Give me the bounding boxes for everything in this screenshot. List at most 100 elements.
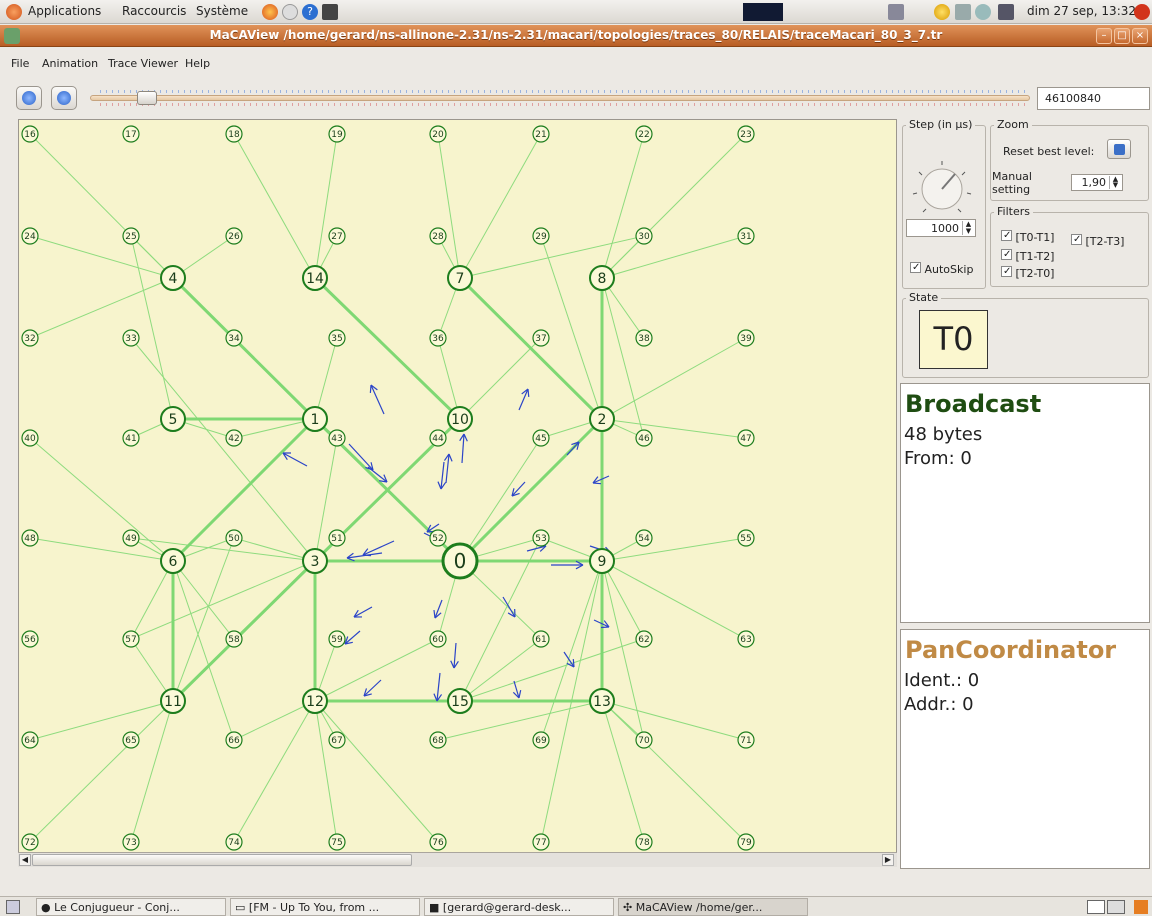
workspace-2[interactable] <box>1107 900 1125 914</box>
filter-t0-t1-checkbox[interactable] <box>1001 230 1012 241</box>
network-node[interactable]: 1 <box>302 406 328 432</box>
clock[interactable]: dim 27 sep, 13:32 <box>1027 4 1136 18</box>
zoom-spinner-arrows[interactable]: ▲ ▼ <box>1109 176 1121 189</box>
network-node[interactable]: 67 <box>328 731 346 749</box>
network-node[interactable]: 19 <box>328 125 346 143</box>
network-node[interactable]: 57 <box>122 630 140 648</box>
network-node[interactable]: 2 <box>589 406 615 432</box>
network-node[interactable]: 51 <box>328 529 346 547</box>
network-node[interactable]: 47 <box>737 429 755 447</box>
network-node[interactable]: 78 <box>635 833 653 851</box>
close-button[interactable]: × <box>1132 28 1148 44</box>
network-canvas[interactable]: 0 1 2 3 4 5 6 7 8 9 10 11 12 13 14 15 16 17 18 19 20 21 22 23 24… <box>18 119 897 867</box>
network-node[interactable]: 46 <box>635 429 653 447</box>
help-icon[interactable]: ? <box>302 4 318 20</box>
volume-icon[interactable] <box>888 4 904 20</box>
workspace-1[interactable] <box>1087 900 1105 914</box>
network-node[interactable]: 73 <box>122 833 140 851</box>
mail-icon[interactable] <box>282 4 298 20</box>
network-node[interactable]: 40 <box>21 429 39 447</box>
stop-button[interactable] <box>51 86 77 110</box>
network-node[interactable]: 28 <box>429 227 447 245</box>
filter-t0-t1[interactable]: [T0-T1] <box>1001 230 1054 244</box>
search-icon[interactable] <box>975 4 991 20</box>
network-node[interactable]: 71 <box>737 731 755 749</box>
network-node[interactable]: 77 <box>532 833 550 851</box>
system-menu[interactable]: Système <box>196 4 248 18</box>
network-node[interactable]: 22 <box>635 125 653 143</box>
network-node[interactable]: 76 <box>429 833 447 851</box>
network-node[interactable]: 60 <box>429 630 447 648</box>
network-node[interactable]: 59 <box>328 630 346 648</box>
network-node[interactable]: 39 <box>737 329 755 347</box>
network-node[interactable]: 20 <box>429 125 447 143</box>
network-node[interactable]: 64 <box>21 731 39 749</box>
network-node[interactable]: 37 <box>532 329 550 347</box>
horizontal-scrollbar[interactable]: ◀ ▶ <box>18 852 897 867</box>
network-node[interactable]: 0 <box>441 542 479 580</box>
applications-menu[interactable]: Applications <box>28 4 101 18</box>
step-dial[interactable] <box>907 154 977 224</box>
network-node[interactable]: 25 <box>122 227 140 245</box>
network-node[interactable]: 35 <box>328 329 346 347</box>
autoskip-option[interactable]: AutoSkip <box>910 262 973 276</box>
network-node[interactable]: 69 <box>532 731 550 749</box>
network-node[interactable]: 32 <box>21 329 39 347</box>
menu-animation[interactable]: Animation <box>42 57 98 70</box>
firefox-icon[interactable] <box>262 4 278 20</box>
network-node[interactable]: 15 <box>447 688 473 714</box>
network-node[interactable]: 58 <box>225 630 243 648</box>
menu-help[interactable]: Help <box>185 57 210 70</box>
weather-icon[interactable] <box>934 4 950 20</box>
network-node[interactable]: 45 <box>532 429 550 447</box>
network-node[interactable]: 54 <box>635 529 653 547</box>
window-titlebar[interactable]: MaCAView /home/gerard/ns-allinone-2.31/n… <box>0 25 1152 47</box>
network-node[interactable]: 33 <box>122 329 140 347</box>
network-node[interactable]: 3 <box>302 548 328 574</box>
network-node[interactable]: 23 <box>737 125 755 143</box>
timeline-slider[interactable] <box>90 86 1030 110</box>
network-node[interactable]: 38 <box>635 329 653 347</box>
play-button[interactable] <box>16 86 42 110</box>
filter-t2-t0[interactable]: [T2-T0] <box>1001 266 1054 280</box>
network-node[interactable]: 10 <box>447 406 473 432</box>
network-node[interactable]: 27 <box>328 227 346 245</box>
task-fm[interactable]: ▭ [FM - Up To You, from ... <box>230 898 420 916</box>
network-node[interactable]: 26 <box>225 227 243 245</box>
menu-trace-viewer[interactable]: Trace Viewer <box>108 57 178 70</box>
scroll-thumb[interactable] <box>32 854 412 866</box>
network-node[interactable]: 9 <box>589 548 615 574</box>
task-terminal[interactable]: ■ [gerard@gerard-desk... <box>424 898 614 916</box>
network-node[interactable]: 31 <box>737 227 755 245</box>
step-spinbox[interactable]: 1000 ▲ ▼ <box>906 219 976 237</box>
network-node[interactable]: 6 <box>160 548 186 574</box>
network-node[interactable]: 66 <box>225 731 243 749</box>
network-node[interactable]: 79 <box>737 833 755 851</box>
network-node[interactable]: 62 <box>635 630 653 648</box>
network-node[interactable]: 12 <box>302 688 328 714</box>
network-node[interactable]: 70 <box>635 731 653 749</box>
network-node[interactable]: 36 <box>429 329 447 347</box>
network-node[interactable]: 43 <box>328 429 346 447</box>
network-node[interactable]: 53 <box>532 529 550 547</box>
task-macaview[interactable]: ✣ MaCAView /home/ger... <box>618 898 808 916</box>
minimize-button[interactable]: – <box>1096 28 1112 44</box>
network-node[interactable]: 75 <box>328 833 346 851</box>
time-field[interactable]: 46100840 <box>1037 87 1150 110</box>
network-node[interactable]: 44 <box>429 429 447 447</box>
scroll-right-button[interactable]: ▶ <box>882 854 894 866</box>
network-node[interactable]: 16 <box>21 125 39 143</box>
network-node[interactable]: 50 <box>225 529 243 547</box>
network-node[interactable]: 18 <box>225 125 243 143</box>
network-node[interactable]: 52 <box>429 529 447 547</box>
filter-t2-t0-checkbox[interactable] <box>1001 266 1012 277</box>
network-node[interactable]: 11 <box>160 688 186 714</box>
network-node[interactable]: 55 <box>737 529 755 547</box>
network-node[interactable]: 4 <box>160 265 186 291</box>
task-conjugueur[interactable]: ● Le Conjugueur - Conj... <box>36 898 226 916</box>
network-node[interactable]: 14 <box>302 265 328 291</box>
filter-t2-t3-checkbox[interactable] <box>1071 234 1082 245</box>
printer-icon[interactable] <box>955 4 971 20</box>
network-node[interactable]: 5 <box>160 406 186 432</box>
network-node[interactable]: 63 <box>737 630 755 648</box>
